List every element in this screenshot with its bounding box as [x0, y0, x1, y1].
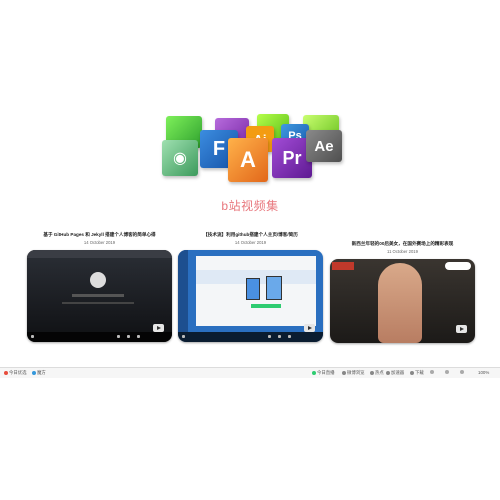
video-date: 14 October 2019 — [234, 240, 267, 245]
after-effects-icon: Ae — [306, 130, 342, 162]
hero-software-icons: Ai Ps ◉ F A Pr Ae — [160, 112, 345, 187]
browser-window — [196, 256, 316, 326]
speed-icon — [386, 371, 390, 375]
section-title: b站视频集 — [221, 199, 279, 213]
status-item-accelerator[interactable]: 加速器 — [386, 370, 404, 376]
status-item-live[interactable]: 今日直播 — [312, 370, 335, 376]
play-icon[interactable] — [456, 325, 467, 333]
camera-cube-icon: ◉ — [162, 140, 198, 176]
avatar — [90, 272, 106, 288]
desktop-icons — [178, 250, 188, 332]
browse-icon — [342, 371, 346, 375]
player-controls[interactable] — [178, 332, 323, 342]
video-date: 11 October 2019 — [387, 249, 418, 254]
video-card-3[interactable]: 新西兰年轻的00后美女，在国外赛场上的精彩表现 11 October 2019 — [330, 232, 475, 343]
pp-icon[interactable] — [430, 370, 435, 374]
player-controls[interactable] — [27, 332, 172, 342]
video-title[interactable]: 新西兰年轻的00后美女，在国外赛场上的精彩表现 — [330, 241, 475, 247]
watermark-logo — [445, 262, 471, 270]
hot-icon — [370, 371, 374, 375]
status-item-hot[interactable]: 热点 — [370, 370, 384, 376]
zoom-level[interactable]: 100% — [478, 370, 489, 375]
video-thumbnail[interactable] — [27, 250, 172, 342]
acrobat-icon: A — [228, 138, 268, 182]
channel-logo — [332, 262, 354, 270]
download-icon — [410, 371, 414, 375]
play-icon[interactable] — [153, 324, 164, 332]
settings-icon[interactable] — [460, 370, 465, 374]
fire-icon — [4, 371, 8, 375]
video-date: 14 October 2019 — [83, 240, 116, 245]
live-icon — [312, 371, 316, 375]
video-thumbnail[interactable] — [330, 259, 475, 343]
video-title[interactable]: 【技术流】利用github搭建个人主页/博客/简历 — [178, 232, 323, 238]
status-item-today[interactable]: 今日优选 — [4, 370, 27, 376]
status-item-magic[interactable]: 魔方 — [32, 370, 46, 376]
status-item-weibo[interactable]: 微博浏览 — [342, 370, 365, 376]
video-card-2[interactable]: 【技术流】利用github搭建个人主页/博客/简历 14 October 201… — [178, 232, 323, 342]
video-title[interactable]: 基于 GitHub Pages 和 Jekyll 搭建个人博客的简单心得 — [27, 232, 172, 238]
text-line — [72, 294, 124, 297]
person-figure — [378, 263, 422, 343]
browser-status-bar: 今日优选 魔方 今日直播 微博浏览 热点 加速器 下载 100% — [0, 367, 500, 378]
text-line — [62, 302, 134, 304]
cube-icon — [32, 371, 36, 375]
video-card-1[interactable]: 基于 GitHub Pages 和 Jekyll 搭建个人博客的简单心得 14 … — [27, 232, 172, 342]
play-icon[interactable] — [304, 324, 315, 332]
browser-bar — [27, 250, 172, 258]
status-item-download[interactable]: 下载 — [410, 370, 424, 376]
video-thumbnail[interactable] — [178, 250, 323, 342]
speaker-icon[interactable] — [445, 370, 450, 374]
